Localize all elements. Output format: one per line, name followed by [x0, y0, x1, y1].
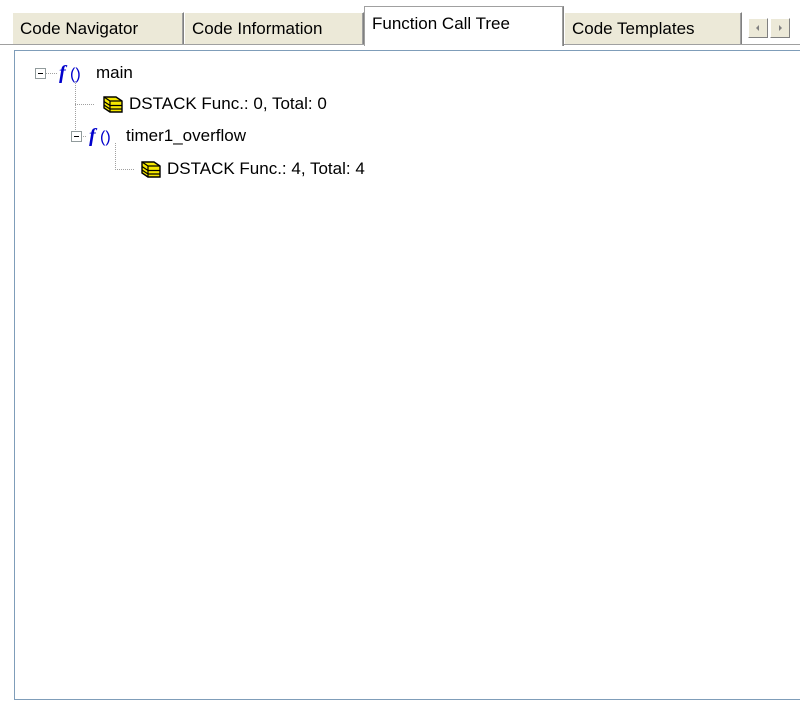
svg-text:f: f — [89, 126, 98, 146]
arrow-right-icon — [779, 25, 782, 31]
tree-node-main[interactable]: f () main — [59, 59, 133, 87]
svg-text:(): () — [70, 66, 81, 83]
tab-scroll-right-button[interactable] — [770, 18, 790, 38]
tab-code-information[interactable]: Code Information — [184, 12, 364, 44]
tab-label: Code Templates — [572, 19, 695, 38]
tab-code-templates[interactable]: Code Templates — [564, 12, 742, 44]
function-call-tree-panel: f () main DSTACK Func.: 0, Total: 0 f ()… — [14, 50, 800, 700]
database-icon — [139, 158, 163, 180]
tab-scroll-left-button[interactable] — [748, 18, 768, 38]
tree-node-dstack[interactable]: DSTACK Func.: 0, Total: 0 — [101, 90, 327, 118]
tab-label: Code Information — [192, 19, 323, 38]
tab-scroll-buttons — [748, 12, 800, 44]
tree-node-label: DSTACK Func.: 0, Total: 0 — [129, 94, 327, 113]
tree-node-dstack[interactable]: DSTACK Func.: 4, Total: 4 — [139, 155, 365, 183]
tree-node-timer1-overflow[interactable]: f () timer1_overflow — [89, 122, 246, 150]
function-call-tree: f () main DSTACK Func.: 0, Total: 0 f ()… — [15, 51, 800, 699]
tree-node-label: timer1_overflow — [126, 126, 246, 145]
tab-label: Function Call Tree — [372, 14, 510, 33]
expand-collapse-toggle[interactable] — [35, 68, 46, 79]
tree-node-label: main — [96, 63, 133, 82]
tab-strip: Code Navigator Code Information Function… — [0, 0, 800, 46]
tab-function-call-tree[interactable]: Function Call Tree — [364, 6, 564, 46]
arrow-left-icon — [756, 25, 759, 31]
tree-node-label: DSTACK Func.: 4, Total: 4 — [167, 159, 365, 178]
tab-label: Code Navigator — [20, 19, 139, 38]
database-icon — [101, 93, 125, 115]
expand-collapse-toggle[interactable] — [71, 131, 82, 142]
svg-text:(): () — [100, 129, 111, 146]
tab-code-navigator[interactable]: Code Navigator — [12, 12, 184, 44]
svg-text:f: f — [59, 63, 68, 83]
